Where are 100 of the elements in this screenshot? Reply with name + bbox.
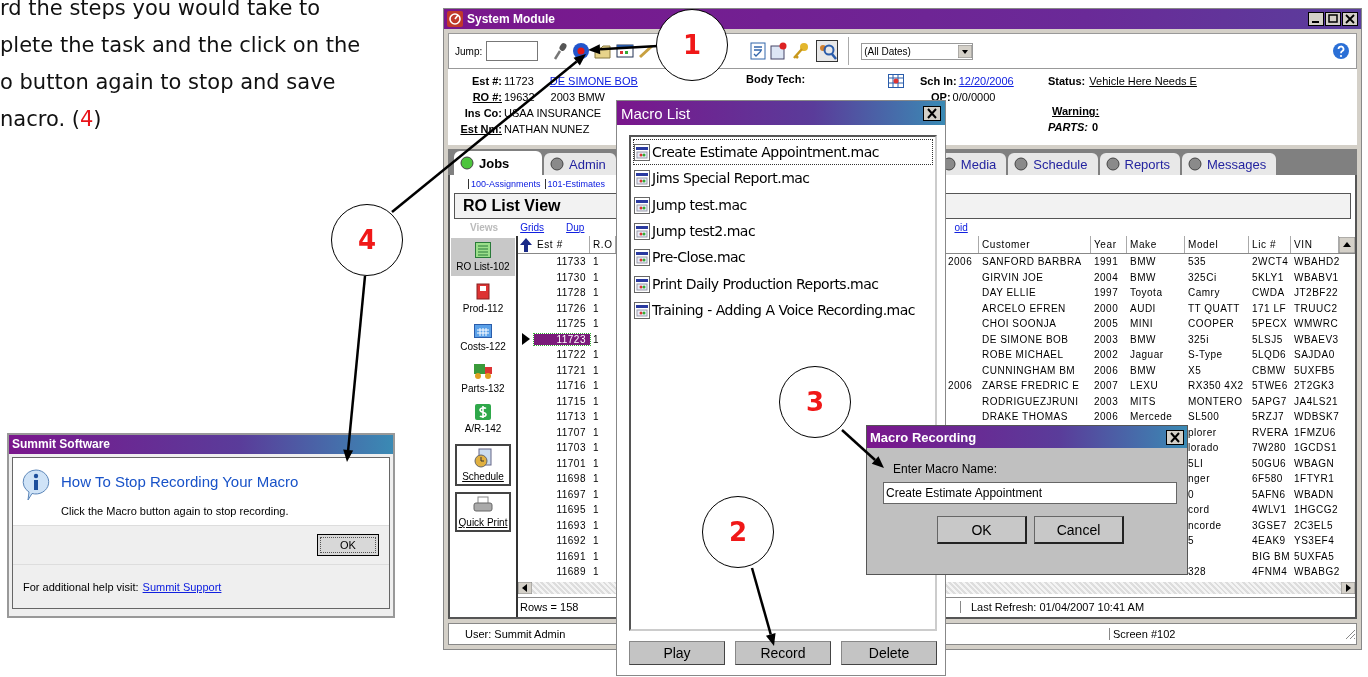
maximize-icon[interactable]	[1325, 12, 1341, 26]
table-cell[interactable]: 11701	[534, 457, 590, 469]
sidebar-item[interactable]: Costs-122	[451, 320, 515, 356]
support-link[interactable]: Summit Support	[142, 580, 222, 593]
module-tab[interactable]: Admin	[544, 153, 616, 175]
pinned-note-icon[interactable]	[770, 42, 789, 60]
scroll-left-icon[interactable]	[518, 581, 532, 594]
microphone-icon[interactable]	[552, 42, 569, 60]
dialog-heading: How To Stop Recording Your Macro	[61, 473, 299, 490]
table-cell-text: 5LSJ5	[1251, 333, 1284, 345]
column-header[interactable]: Make	[1127, 236, 1185, 253]
column-header[interactable]: Year	[1091, 236, 1127, 253]
table-cell-text: 2003	[1093, 333, 1120, 345]
table-cell-text: 5LI	[1187, 457, 1205, 469]
module-tab[interactable]: Reports	[1099, 153, 1181, 175]
table-cell-text: WBADN	[1293, 488, 1335, 500]
help-icon[interactable]	[1332, 42, 1350, 60]
module-tab[interactable]: Messages	[1182, 153, 1277, 175]
view-link[interactable]: Dup	[566, 222, 585, 236]
table-cell[interactable]: 11713	[534, 411, 590, 423]
search-people-icon[interactable]	[816, 40, 839, 62]
table-cell-text: TT QUATT	[1187, 302, 1241, 314]
sch-in-date-link[interactable]: 12/20/2006	[958, 75, 1014, 87]
status-dot-icon	[1188, 157, 1203, 171]
macro-list-item[interactable]: Create Estimate Appointment.mac	[633, 139, 933, 166]
sidebar-item[interactable]: A/R-142	[451, 400, 515, 438]
sidebar-item[interactable]: Prod-112	[451, 278, 515, 318]
close-icon[interactable]	[1166, 429, 1184, 445]
dialog-title: Macro Recording	[870, 429, 978, 445]
minimize-icon[interactable]	[1308, 12, 1324, 26]
macro-action-button[interactable]: Record	[735, 641, 831, 665]
sub-tab[interactable]: 101-Estimates	[544, 179, 608, 189]
macro-list-item[interactable]: Jump test.mac	[633, 191, 933, 218]
table-cell-text: SAJDA0	[1293, 349, 1336, 361]
status-value[interactable]: Vehicle Here Needs E	[1089, 75, 1197, 87]
macro-list-item[interactable]: Jims Special Report.mac	[633, 165, 933, 192]
table-cell[interactable]: 11691	[534, 550, 590, 562]
macro-list-item[interactable]: Pre-Close.mac	[633, 244, 933, 271]
macro-list-item[interactable]: Jump test2.mac	[633, 217, 933, 245]
table-cell[interactable]: 11707	[534, 426, 590, 438]
table-cell[interactable]: 11722	[534, 349, 590, 361]
column-header[interactable]: Est #	[534, 236, 590, 253]
dialog-button[interactable]: Cancel	[1034, 516, 1124, 544]
column-header[interactable]: Customer	[979, 236, 1091, 253]
sidebar-item[interactable]: Schedule	[455, 444, 511, 486]
date-filter-dropdown[interactable]: (All Dates)	[861, 42, 974, 60]
table-cell[interactable]: 11716	[534, 380, 590, 392]
module-tab[interactable]: Schedule	[1008, 153, 1098, 175]
sidebar-item[interactable]: Parts-132	[451, 358, 515, 398]
table-cell-text: BMW	[1129, 256, 1157, 268]
table-cell-text: 2006	[947, 380, 974, 392]
table-cell-text: 2005	[1093, 318, 1120, 330]
table-cell-text: MONTERO	[1187, 395, 1244, 407]
ok-button[interactable]: OK	[317, 534, 379, 556]
jump-label: Jump:	[455, 45, 483, 57]
macro-list-item[interactable]: Print Daily Production Reports.mac	[633, 270, 933, 297]
sub-tab[interactable]: 100-Assignments	[468, 179, 543, 189]
view-link[interactable]: Grids	[520, 222, 545, 236]
table-cell[interactable]: 11689	[534, 566, 590, 578]
sort-up-arrow-icon[interactable]	[520, 237, 532, 252]
jump-field[interactable]	[486, 41, 539, 61]
module-tab[interactable]: Jobs	[454, 151, 542, 175]
table-cell-text: 1	[592, 318, 601, 330]
table-cell[interactable]: 11723	[534, 333, 590, 345]
table-cell-text: RVERA	[1251, 426, 1290, 438]
view-link[interactable]: oid	[954, 222, 968, 236]
table-cell[interactable]: 11726	[534, 302, 590, 314]
table-cell[interactable]: 11715	[534, 395, 590, 407]
scroll-right-icon[interactable]	[1341, 581, 1355, 594]
table-cell[interactable]: 11695	[534, 504, 590, 516]
table-cell[interactable]: 11692	[534, 535, 590, 547]
table-cell[interactable]: 11730	[534, 271, 590, 283]
key-icon[interactable]	[792, 42, 811, 60]
macro-action-button[interactable]: Delete	[841, 641, 937, 665]
checklist-icon[interactable]	[750, 42, 767, 60]
table-cell-text: X5	[1187, 364, 1203, 376]
column-header[interactable]: Lic #	[1249, 236, 1291, 253]
macro-name-field[interactable]: Create Estimate Appointment	[883, 482, 1177, 504]
macro-file-icon	[634, 169, 650, 188]
close-icon[interactable]	[923, 105, 941, 121]
table-cell-text: 4WLV1	[1251, 504, 1288, 516]
column-header[interactable]: Model	[1185, 236, 1249, 253]
table-cell[interactable]: 11728	[534, 287, 590, 299]
calendar-icon[interactable]	[888, 74, 904, 88]
table-cell[interactable]: 11698	[534, 473, 590, 485]
sidebar-item[interactable]: Quick Print	[455, 492, 511, 532]
resize-grip-icon[interactable]	[1344, 628, 1356, 640]
sidebar-item[interactable]: RO List-102	[451, 238, 515, 276]
table-cell[interactable]: 11697	[534, 488, 590, 500]
dialog-button[interactable]: OK	[937, 516, 1027, 544]
macro-action-button[interactable]: Play	[629, 641, 725, 665]
macro-list-item[interactable]: Training - Adding A Voice Recording.mac	[633, 296, 933, 324]
table-cell[interactable]: 11733	[534, 256, 590, 268]
table-cell[interactable]: 11721	[534, 364, 590, 376]
table-cell-text: 1	[592, 550, 601, 562]
close-icon[interactable]	[1342, 12, 1358, 26]
table-cell[interactable]: 11703	[534, 442, 590, 454]
table-cell[interactable]: 11725	[534, 318, 590, 330]
table-cell[interactable]: 11693	[534, 519, 590, 531]
scroll-up-icon[interactable]	[1339, 236, 1355, 253]
